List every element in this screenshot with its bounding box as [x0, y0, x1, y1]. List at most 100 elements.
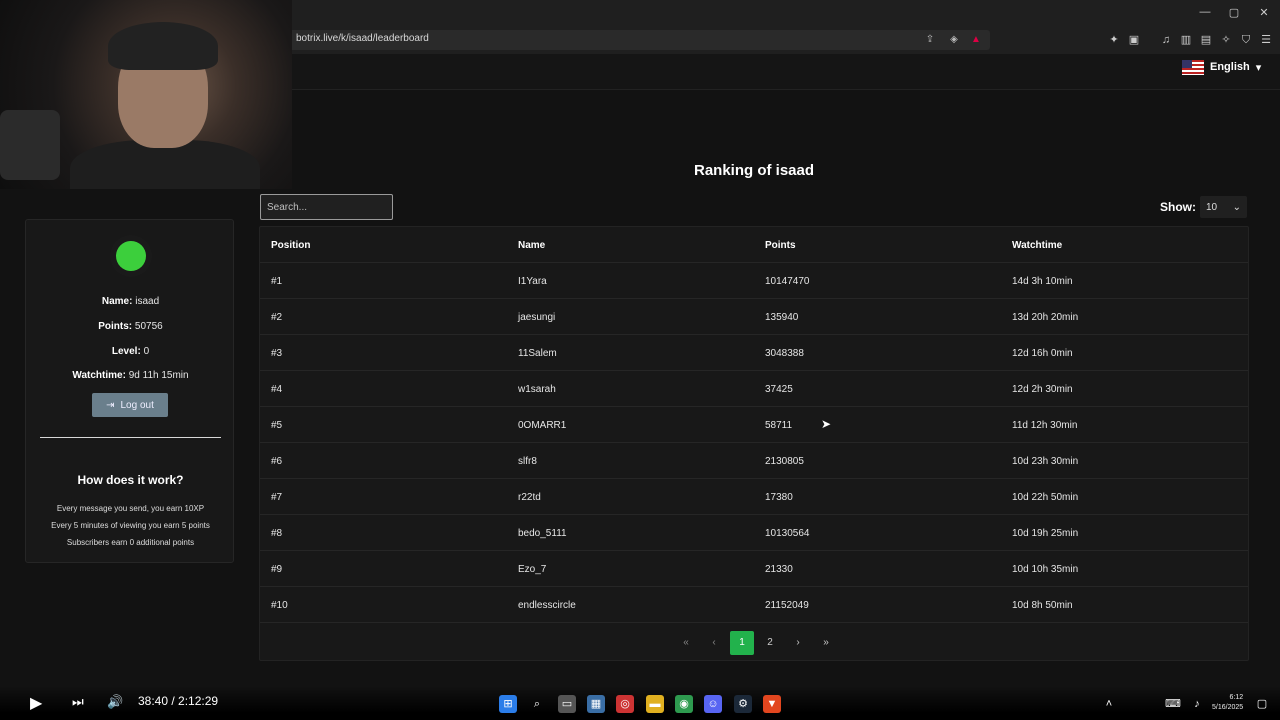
system-clock[interactable]: 6:12 5/16/2025: [1212, 693, 1243, 713]
cell-points: 135940: [765, 312, 799, 323]
table-row: #7 r22td 17380 10d 22h 50min: [260, 479, 1248, 515]
cell-position: #6: [271, 456, 283, 467]
speaker-icon[interactable]: ♪: [1188, 695, 1206, 713]
windows-start-icon[interactable]: ⊞: [499, 695, 517, 713]
sidebar-icon[interactable]: ▥: [1178, 32, 1194, 48]
header-position[interactable]: Position: [271, 240, 310, 251]
maximize-button[interactable]: ▢: [1224, 6, 1244, 22]
play-icon[interactable]: ▶: [30, 693, 42, 713]
table-row: #4 w1sarah 37425 12d 2h 30min: [260, 371, 1248, 407]
language-selector[interactable]: English ▾: [1182, 58, 1261, 76]
cell-points: 3048388: [765, 348, 804, 359]
page-button-2[interactable]: 2: [758, 631, 782, 655]
page-button-1[interactable]: 1: [730, 631, 754, 655]
store-icon[interactable]: ▦: [587, 695, 605, 713]
cell-name: bedo_5111: [518, 528, 567, 539]
search-input[interactable]: [260, 194, 393, 220]
profile-level: Level: 0: [111, 346, 150, 357]
logout-button[interactable]: ⇥ Log out: [92, 393, 168, 417]
cell-position: #9: [271, 564, 283, 575]
prev-page-button[interactable]: ‹: [702, 631, 726, 655]
avatar: [110, 235, 152, 277]
chevron-down-icon: ▾: [1255, 61, 1262, 74]
rewards-icon[interactable]: ▲: [969, 33, 983, 47]
header-watchtime[interactable]: Watchtime: [1012, 240, 1062, 251]
notifications-icon[interactable]: ▢: [1253, 695, 1271, 713]
table-row: #6 slfr8 2130805 10d 23h 30min: [260, 443, 1248, 479]
page-title: Ranking of isaad: [693, 162, 815, 179]
steam-icon[interactable]: ⚙: [734, 695, 752, 713]
table-row: #3 11Salem 3048388 12d 16h 0min: [260, 335, 1248, 371]
us-flag-icon: [1182, 59, 1204, 75]
cell-watchtime: 13d 20h 20min: [1012, 312, 1079, 323]
video-time: 38:40 / 2:12:29: [138, 694, 219, 708]
cell-name: 0OMARR1: [518, 420, 567, 431]
keyboard-icon[interactable]: ⌨: [1164, 695, 1182, 713]
chrome-icon[interactable]: ◉: [675, 695, 693, 713]
app-icon[interactable]: ◎: [616, 695, 634, 713]
menu-icon[interactable]: ☰: [1258, 32, 1274, 48]
cell-watchtime: 10d 19h 25min: [1012, 528, 1079, 539]
wallet-icon[interactable]: ▤: [1198, 32, 1214, 48]
profile-card: Name: isaad Points: 50756 Level: 0 Watch…: [25, 219, 234, 563]
microphone-image: [0, 110, 60, 180]
minimize-button[interactable]: —: [1195, 6, 1215, 22]
volume-icon[interactable]: 🔊: [107, 694, 123, 710]
clock-time: 6:12: [1229, 694, 1244, 701]
cell-name: w1sarah: [518, 384, 556, 395]
table-row: #5 0OMARR1 58711 11d 12h 30min: [260, 407, 1248, 443]
cell-position: #5: [271, 420, 283, 431]
language-label: English: [1210, 61, 1250, 73]
chevron-up-icon[interactable]: ˄: [1100, 695, 1118, 713]
brave-icon[interactable]: ▼: [763, 695, 781, 713]
share-icon[interactable]: ⇪: [923, 33, 937, 47]
search-icon[interactable]: ⌕: [528, 695, 546, 713]
headphones-image: [108, 22, 218, 70]
page-size-select[interactable]: 10 ⌄: [1200, 196, 1247, 218]
cell-name: 11Salem: [518, 348, 557, 359]
how-it-works-title: How does it work?: [77, 473, 184, 487]
address-bar[interactable]: botrix.live/k/isaad/leaderboard ⇪ ◈ ▲: [286, 30, 990, 50]
leo-icon[interactable]: ✧: [1218, 32, 1234, 48]
screenshot-icon[interactable]: ▣: [1126, 32, 1142, 48]
extensions-icon[interactable]: ✦: [1106, 32, 1122, 48]
table-header-row: Position Name Points Watchtime: [260, 227, 1248, 263]
cell-watchtime: 12d 2h 30min: [1012, 384, 1073, 395]
close-window-button[interactable]: ✕: [1254, 6, 1274, 22]
cell-points: 17380: [765, 492, 793, 503]
vpn-icon[interactable]: ⛉: [1238, 32, 1254, 48]
cell-points: 2130805: [765, 456, 804, 467]
show-label: Show:: [1160, 200, 1196, 214]
header-points[interactable]: Points: [765, 240, 796, 251]
how-line-1: Every message you send, you earn 10XP: [56, 504, 205, 513]
logout-label: Log out: [120, 399, 154, 411]
cell-position: #1: [271, 276, 283, 287]
cell-name: endlesscircle: [518, 600, 576, 611]
media-icon[interactable]: ♫: [1158, 32, 1174, 48]
cell-watchtime: 11d 12h 30min: [1012, 420, 1078, 431]
header-name[interactable]: Name: [518, 240, 545, 251]
cell-name: jaesungi: [518, 312, 556, 323]
cell-name: I1Yara: [518, 276, 547, 287]
cell-watchtime: 14d 3h 10min: [1012, 276, 1073, 287]
cell-name: r22td: [518, 492, 541, 503]
cell-position: #7: [271, 492, 283, 503]
first-page-button[interactable]: «: [674, 631, 698, 655]
cell-points: 58711: [765, 420, 793, 431]
table-row: #1 I1Yara 10147470 14d 3h 10min: [260, 263, 1248, 299]
cell-points: 21152049: [765, 600, 809, 611]
file-explorer-icon[interactable]: ▬: [646, 695, 664, 713]
next-page-button[interactable]: ›: [786, 631, 810, 655]
next-icon[interactable]: ⏭: [72, 694, 84, 710]
cell-watchtime: 10d 10h 35min: [1012, 564, 1079, 575]
shield-icon[interactable]: ◈: [947, 33, 961, 47]
profile-points: Points: 50756: [98, 321, 163, 332]
avatar-face-icon: [116, 241, 146, 271]
cell-points: 10147470: [765, 276, 810, 287]
cell-name: slfr8: [518, 456, 537, 467]
last-page-button[interactable]: »: [814, 631, 838, 655]
discord-icon[interactable]: ☺: [704, 695, 722, 713]
logout-icon: ⇥: [106, 399, 115, 411]
cell-points: 10130564: [765, 528, 810, 539]
task-view-icon[interactable]: ▭: [558, 695, 576, 713]
